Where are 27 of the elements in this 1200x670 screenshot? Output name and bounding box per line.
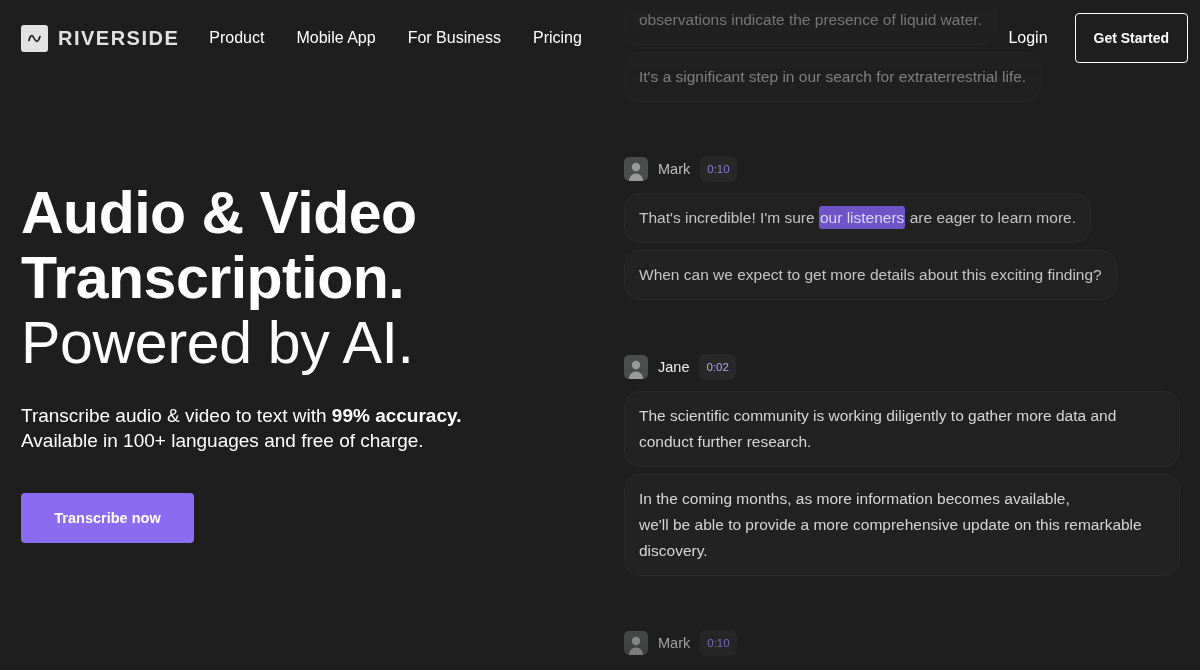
avatar-icon — [624, 355, 648, 379]
nav-link[interactable]: Product — [209, 29, 265, 47]
message-bubble: observations indicate the presence of liquid water. — [624, 0, 997, 45]
message-bubble: When can we expect to get more details about this exciting finding? — [624, 250, 1117, 300]
speaker-name: Jane — [658, 359, 690, 375]
logo-wordmark[interactable]: RIVERSIDE — [58, 26, 180, 50]
avatar-icon — [624, 631, 648, 655]
hero-description: Transcribe audio & video to text with 99% accuracy. Available in 100+ languages and free of charge. — [21, 404, 463, 453]
speaker-name: Mark — [658, 161, 691, 177]
nav-link[interactable]: Mobile App — [296, 29, 376, 47]
hero-tagline: Powered by AI. — [21, 311, 414, 376]
message-bubble: That's incredible! I'm sure our listeners are eager to learn more. — [624, 193, 1091, 243]
message-bubble: It's a significant step in our search for extraterrestrial life. — [624, 52, 1042, 102]
timestamp-badge: 0:02 — [699, 354, 736, 380]
nav-link[interactable]: For Business — [407, 29, 501, 47]
transcribe-now-button[interactable]: Transcribe now — [21, 493, 194, 543]
get-started-button[interactable]: Get Started — [1074, 13, 1188, 63]
message-bubble: In the coming months, as more information becomes available, we'll be able to provide a more comprehensive update on this remarkable discovery. — [624, 474, 1180, 576]
nav-link[interactable]: Pricing — [533, 29, 582, 47]
timestamp-badge: 0:10 — [700, 156, 737, 182]
message-bubble: The scientific community is working diligently to gather more data and conduct further research. — [624, 391, 1180, 467]
speaker-name: Mark — [658, 635, 691, 651]
timestamp-badge: 0:10 — [700, 630, 737, 656]
avatar-icon — [624, 157, 648, 181]
hero-title: Audio & Video Transcription. — [21, 181, 418, 311]
login-link[interactable]: Login — [1008, 29, 1048, 47]
logo-wave-icon[interactable] — [21, 24, 48, 52]
